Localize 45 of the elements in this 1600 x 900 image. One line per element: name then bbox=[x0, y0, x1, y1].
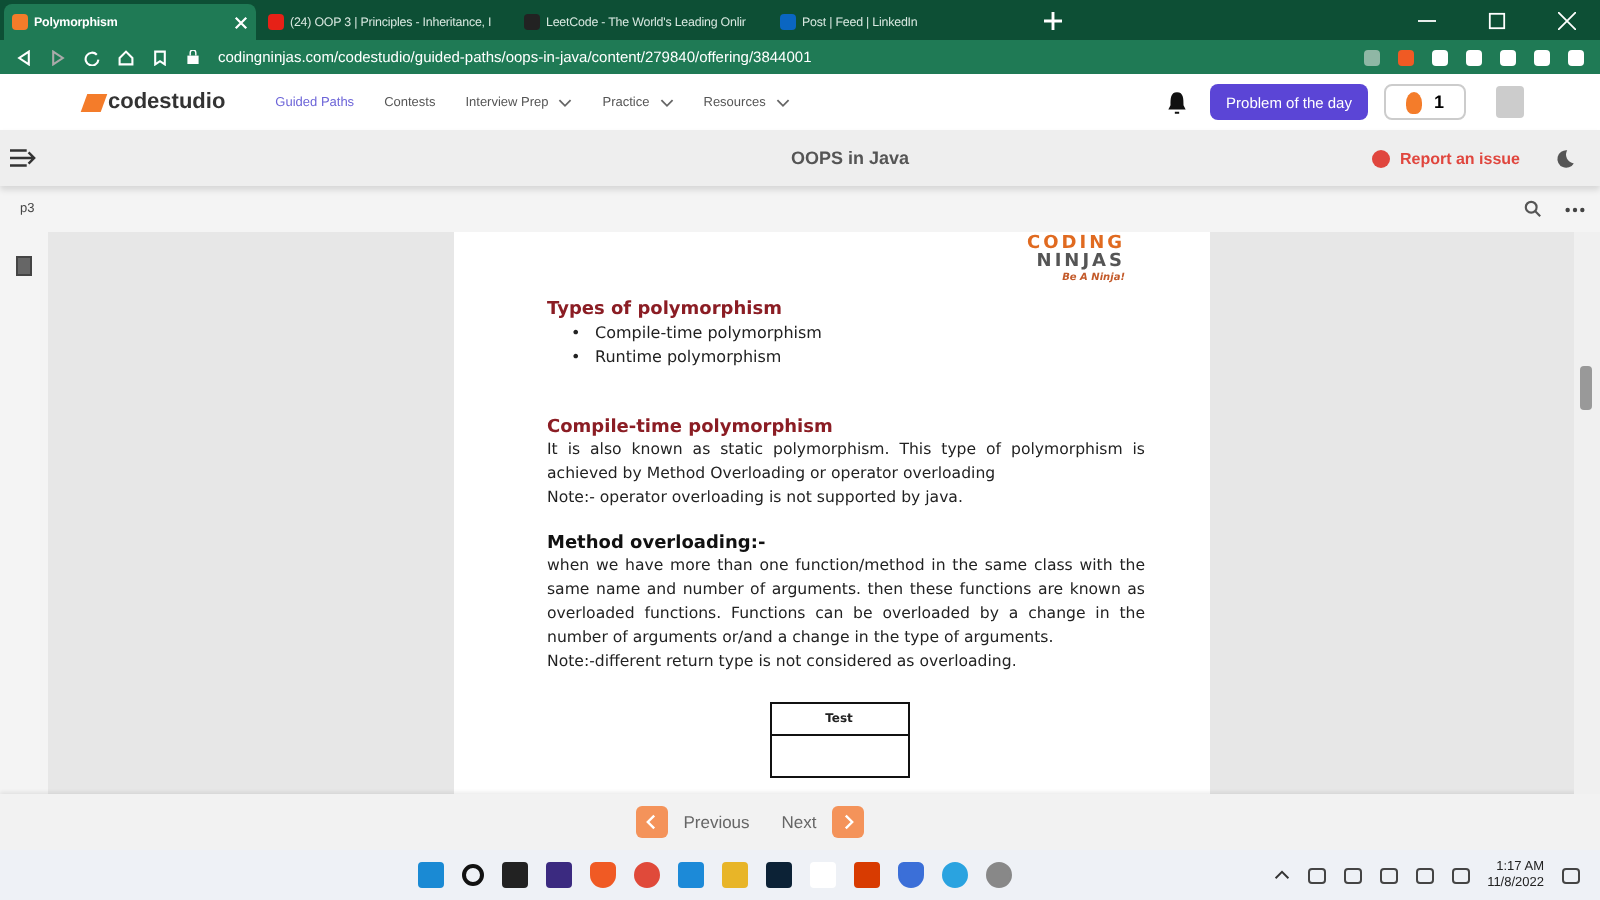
bullet-marker: • bbox=[571, 346, 581, 370]
class-diagram-body bbox=[769, 736, 909, 778]
back-icon[interactable] bbox=[16, 49, 32, 65]
new-tab-icon[interactable] bbox=[1044, 12, 1062, 30]
home-icon[interactable] bbox=[118, 49, 134, 65]
next-link[interactable]: Next bbox=[781, 812, 817, 832]
search-icon[interactable] bbox=[462, 864, 484, 886]
caret-icon[interactable] bbox=[1273, 870, 1290, 880]
maximize-icon[interactable] bbox=[1488, 12, 1506, 30]
chevron-down-icon[interactable] bbox=[558, 97, 573, 107]
reload-icon[interactable] bbox=[84, 49, 100, 65]
site-favicon-icon bbox=[268, 14, 284, 30]
chevron-down-icon[interactable] bbox=[775, 97, 790, 107]
search-icon[interactable] bbox=[1524, 200, 1542, 218]
alert-icon bbox=[1371, 149, 1390, 167]
section-heading: Compile-time polymorphism bbox=[547, 418, 835, 438]
bell-icon[interactable] bbox=[1166, 89, 1189, 115]
previous-link[interactable]: Previous bbox=[683, 812, 750, 832]
logo-text: NINJAS bbox=[1036, 254, 1125, 272]
site-favicon-icon bbox=[780, 14, 796, 30]
site-favicon-icon bbox=[524, 14, 540, 30]
scrollbar-thumb[interactable] bbox=[1580, 366, 1592, 410]
section-heading: Types of polymorphism bbox=[547, 300, 784, 320]
streak-count: 1 bbox=[1433, 92, 1444, 112]
chevron-right-icon bbox=[843, 814, 854, 830]
streak-button[interactable]: 1 bbox=[1383, 84, 1466, 120]
logo-text: CODING bbox=[1027, 236, 1125, 254]
chevron-down-icon[interactable] bbox=[659, 97, 674, 107]
flame-icon bbox=[1405, 91, 1422, 113]
close-icon[interactable] bbox=[234, 15, 248, 29]
shield-icon[interactable] bbox=[898, 862, 924, 888]
course-title: OOPS in Java bbox=[788, 148, 911, 168]
collapse-menu-icon[interactable] bbox=[10, 148, 36, 168]
close-icon[interactable] bbox=[1558, 12, 1576, 30]
bullet-item: Runtime polymorphism bbox=[595, 346, 782, 370]
bullet-marker: • bbox=[571, 322, 581, 346]
section-heading: Method overloading:- bbox=[547, 534, 768, 554]
site-logo[interactable]: codestudio bbox=[84, 90, 226, 114]
lock-icon bbox=[186, 50, 200, 64]
bookmark-icon[interactable] bbox=[152, 49, 168, 65]
bullet-item: Compile-time polymorphism bbox=[595, 322, 822, 346]
chevron-left-icon bbox=[646, 814, 657, 830]
more-icon[interactable] bbox=[1564, 205, 1586, 213]
site-favicon-icon bbox=[12, 14, 28, 30]
report-issue-link[interactable]: Report an issue bbox=[1371, 149, 1520, 167]
